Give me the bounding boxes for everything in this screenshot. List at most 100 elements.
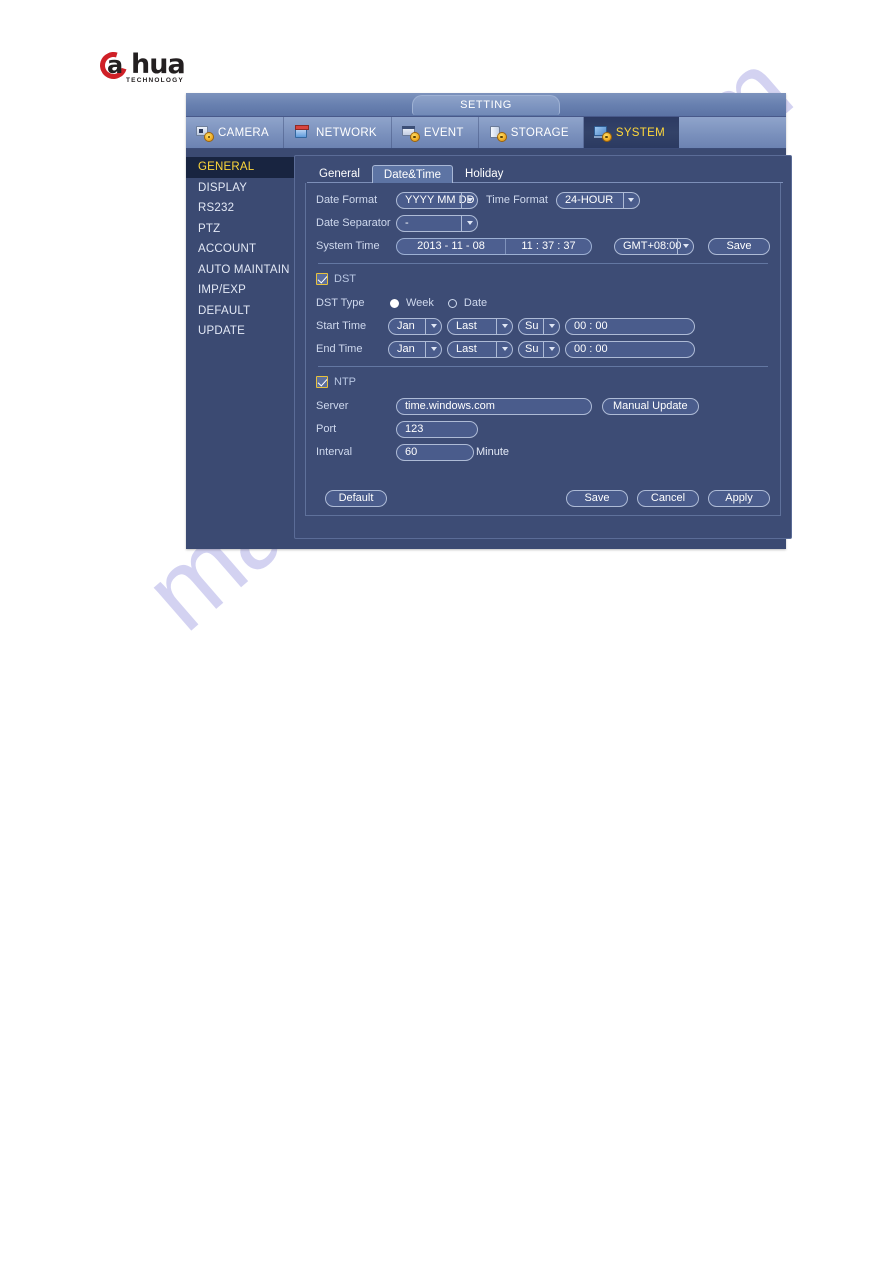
chevron-down-icon[interactable] bbox=[425, 341, 441, 357]
nav-item-system[interactable]: SYSTEM bbox=[583, 117, 679, 148]
label-ntp-port: Port bbox=[316, 423, 337, 435]
logo-tagline: TECHNOLOGY bbox=[126, 77, 184, 84]
tab-date-time[interactable]: Date&Time bbox=[371, 165, 454, 183]
system-time-clock[interactable]: 11 : 37 : 37 bbox=[505, 238, 591, 254]
dst-type-date-radio[interactable] bbox=[447, 298, 457, 308]
row-ntp-interval: Interval 60 Minute bbox=[316, 443, 770, 461]
chevron-down-icon[interactable] bbox=[543, 318, 559, 334]
dst-label: DST bbox=[334, 273, 356, 285]
save-button[interactable]: Save bbox=[566, 490, 628, 507]
ntp-port-input[interactable]: 123 bbox=[396, 420, 478, 438]
nav-item-network[interactable]: NETWORK bbox=[284, 117, 392, 148]
page-root: manualshive.com a hua TECHNOLOGY SETTING… bbox=[0, 0, 893, 1263]
sidebar-item-update[interactable]: UPDATE bbox=[186, 321, 294, 342]
chevron-down-icon[interactable] bbox=[677, 238, 693, 254]
save-time-button[interactable]: Save bbox=[708, 237, 770, 255]
dst-start-month-select[interactable]: Jan bbox=[388, 317, 442, 335]
dst-end-time-input[interactable]: 00 : 00 bbox=[565, 340, 695, 358]
sidebar-item-general[interactable]: GENERAL bbox=[186, 157, 294, 178]
divider-ntp bbox=[318, 366, 768, 367]
tab-holiday[interactable]: Holiday bbox=[453, 164, 515, 182]
sidebar-item-ptz[interactable]: PTZ bbox=[186, 219, 294, 240]
sidebar-item-default[interactable]: DEFAULT bbox=[186, 301, 294, 322]
dvr-setting-window: SETTING CAMERA NETWORK EVENT STORAGE SYS… bbox=[186, 93, 792, 549]
dst-end-day-value: Su bbox=[525, 342, 539, 355]
sidebar-item-rs232[interactable]: RS232 bbox=[186, 198, 294, 219]
nav-label-camera: CAMERA bbox=[218, 126, 270, 139]
label-end-time: End Time bbox=[316, 343, 363, 355]
row-dst-type: DST Type Week Date bbox=[316, 294, 770, 312]
sidebar-item-account[interactable]: ACCOUNT bbox=[186, 239, 294, 260]
ntp-checkbox[interactable] bbox=[316, 376, 328, 388]
dst-type-date-label: Date bbox=[463, 297, 488, 309]
row-dst-end-time: End Time Jan Last Su 00: 00 bbox=[316, 340, 770, 358]
timezone-value: GMT+08:00 bbox=[623, 239, 682, 252]
dst-end-month-value: Jan bbox=[397, 342, 415, 355]
ntp-interval-value: 60 bbox=[405, 445, 418, 458]
time-format-value: 24-HOUR bbox=[564, 193, 614, 206]
date-time-form: Date Format YYYY MM DD Time Format 24-HO… bbox=[305, 183, 781, 516]
row-date-format: Date Format YYYY MM DD Time Format 24-HO… bbox=[316, 191, 770, 209]
system-time-field[interactable]: 2013 - 11 - 08 11 : 37 : 37 bbox=[396, 237, 592, 255]
chevron-down-icon[interactable] bbox=[496, 318, 512, 334]
chevron-down-icon[interactable] bbox=[496, 341, 512, 357]
label-date-separator: Date Separator bbox=[316, 217, 391, 229]
dst-end-week-value: Last bbox=[456, 342, 477, 355]
system-time-date[interactable]: 2013 - 11 - 08 bbox=[397, 239, 505, 254]
label-ntp-interval: Interval bbox=[316, 446, 353, 458]
sidebar-item-imp-exp[interactable]: IMP/EXP bbox=[186, 280, 294, 301]
system-icon bbox=[593, 125, 611, 141]
nav-item-storage[interactable]: STORAGE bbox=[479, 117, 584, 148]
tab-general[interactable]: General bbox=[307, 164, 372, 182]
label-time-format: Time Format bbox=[486, 194, 548, 206]
logo-row: a hua bbox=[95, 47, 186, 84]
row-ntp-port: Port 123 bbox=[316, 420, 770, 438]
nav-item-camera[interactable]: CAMERA bbox=[186, 117, 285, 148]
dst-type-week-radio[interactable] bbox=[390, 298, 399, 308]
row-dst-start-time: Start Time Jan Last Su 00: 00 bbox=[316, 317, 770, 335]
chevron-down-icon[interactable] bbox=[461, 192, 477, 208]
dst-start-time-input[interactable]: 00 : 00 bbox=[565, 317, 695, 335]
date-separator-value: - bbox=[405, 216, 409, 229]
sidebar: GENERAL DISPLAY RS232 PTZ ACCOUNT AUTO M… bbox=[186, 149, 294, 549]
row-system-time: System Time 2013 - 11 - 08 11 : 37 : 37 … bbox=[316, 237, 770, 255]
logo-wordmark: hua bbox=[131, 49, 186, 80]
nav-item-event[interactable]: EVENT bbox=[392, 117, 479, 148]
ntp-server-input[interactable]: time.windows.com bbox=[396, 397, 592, 415]
dst-checkbox[interactable] bbox=[316, 273, 328, 285]
chevron-down-icon[interactable] bbox=[543, 341, 559, 357]
label-ntp-server: Server bbox=[316, 400, 349, 412]
form-footer: Default Save Cancel Apply bbox=[316, 490, 770, 507]
apply-button[interactable]: Apply bbox=[708, 490, 770, 507]
ntp-interval-input[interactable]: 60 bbox=[396, 443, 474, 461]
nav-label-system: SYSTEM bbox=[615, 126, 665, 139]
dst-start-day-select[interactable]: Su bbox=[518, 317, 560, 335]
dst-start-week-value: Last bbox=[456, 319, 477, 332]
ntp-enable-row: NTP bbox=[316, 374, 770, 390]
dst-start-week-select[interactable]: Last bbox=[447, 317, 513, 335]
date-separator-select[interactable]: - bbox=[396, 214, 478, 232]
dst-end-day-select[interactable]: Su bbox=[518, 340, 560, 358]
dst-end-week-select[interactable]: Last bbox=[447, 340, 513, 358]
chevron-down-icon[interactable] bbox=[425, 318, 441, 334]
ntp-label: NTP bbox=[334, 376, 356, 388]
chevron-down-icon[interactable] bbox=[622, 192, 639, 208]
nav-label-storage: STORAGE bbox=[510, 126, 569, 139]
manual-update-button[interactable]: Manual Update bbox=[602, 397, 699, 415]
label-system-time: System Time bbox=[316, 240, 380, 252]
date-format-select[interactable]: YYYY MM DD bbox=[396, 191, 478, 209]
network-icon bbox=[294, 125, 311, 140]
storage-icon bbox=[489, 125, 506, 141]
time-format-select[interactable]: 24-HOUR bbox=[555, 191, 640, 209]
camera-icon bbox=[196, 125, 213, 141]
chevron-down-icon[interactable] bbox=[461, 215, 477, 231]
sidebar-item-auto-maintain[interactable]: AUTO MAINTAIN bbox=[186, 260, 294, 281]
sidebar-item-display[interactable]: DISPLAY bbox=[186, 178, 294, 199]
timezone-select[interactable]: GMT+08:00 bbox=[614, 237, 694, 255]
dst-end-month-select[interactable]: Jan bbox=[388, 340, 442, 358]
row-ntp-server: Server time.windows.com Manual Update bbox=[316, 397, 770, 415]
default-button[interactable]: Default bbox=[325, 490, 387, 507]
cancel-button[interactable]: Cancel bbox=[637, 490, 699, 507]
nav-label-network: NETWORK bbox=[316, 126, 377, 139]
dst-type-week-label: Week bbox=[406, 297, 434, 309]
